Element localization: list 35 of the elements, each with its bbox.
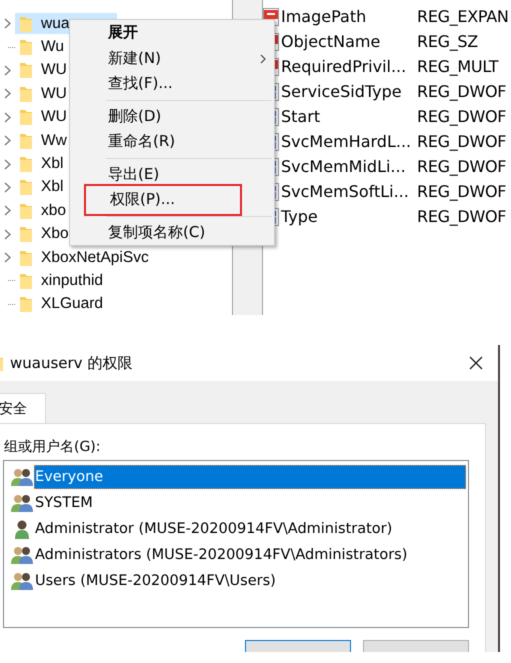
tree-item[interactable]: XLGuard	[15, 294, 152, 315]
value-type: REG_DWOF	[417, 107, 506, 126]
value-type: REG_DWOF	[417, 132, 506, 151]
dialog-title: wuauserv 的权限	[10, 354, 132, 372]
group-label: 组或用户名(G):	[4, 438, 102, 456]
value-name[interactable]: ServiceSidType	[281, 82, 417, 101]
tree-item[interactable]: xinputhid	[15, 270, 152, 292]
principal-item[interactable]: SYSTEM	[34, 491, 466, 515]
value-type: REG_DWOF	[417, 157, 506, 176]
principal-item[interactable]: Administrator (MUSE-20200914FV\Administrator)	[34, 517, 466, 541]
value-name[interactable]: SvcMemHardL...	[281, 132, 417, 151]
value-name[interactable]: ImagePath	[281, 7, 417, 26]
principal-item[interactable]: Administrators (MUSE-20200914FV\Administrators)	[34, 543, 466, 567]
value-type: REG_DWOF	[417, 182, 506, 201]
value-type: REG_SZ	[417, 32, 478, 51]
menu-item[interactable]: 权限(P)...	[84, 184, 242, 216]
value-type: REG_DWOF	[417, 82, 506, 101]
menu-item[interactable]: 删除(D)	[70, 104, 274, 129]
menu-item[interactable]: 复制项名称(C)	[70, 220, 274, 245]
value-type: REG_EXPAN	[417, 7, 509, 26]
value-name[interactable]: RequiredPrivil...	[281, 57, 417, 76]
value-name[interactable]: ObjectName	[281, 32, 417, 51]
principal-item[interactable]: Everyone	[34, 465, 466, 489]
principal-item[interactable]: Users (MUSE-20200914FV\Users)	[34, 569, 466, 593]
menu-item[interactable]: 导出(E)	[70, 162, 274, 187]
menu-item[interactable]: 重命名(R)	[70, 129, 274, 154]
tree-item[interactable]: XboxNetApiSvc	[15, 247, 197, 268]
value-name[interactable]: SvcMemSoftLi...	[281, 182, 417, 201]
menu-item[interactable]: 新建(N)	[70, 46, 274, 71]
value-name[interactable]: Type	[281, 207, 417, 226]
value-type: REG_DWOF	[417, 207, 506, 226]
value-type: REG_MULT	[417, 57, 498, 76]
value-name[interactable]: SvcMemMidLi...	[281, 157, 417, 176]
value-name[interactable]: Start	[281, 107, 417, 126]
menu-item[interactable]: 查找(F)...	[70, 71, 274, 96]
